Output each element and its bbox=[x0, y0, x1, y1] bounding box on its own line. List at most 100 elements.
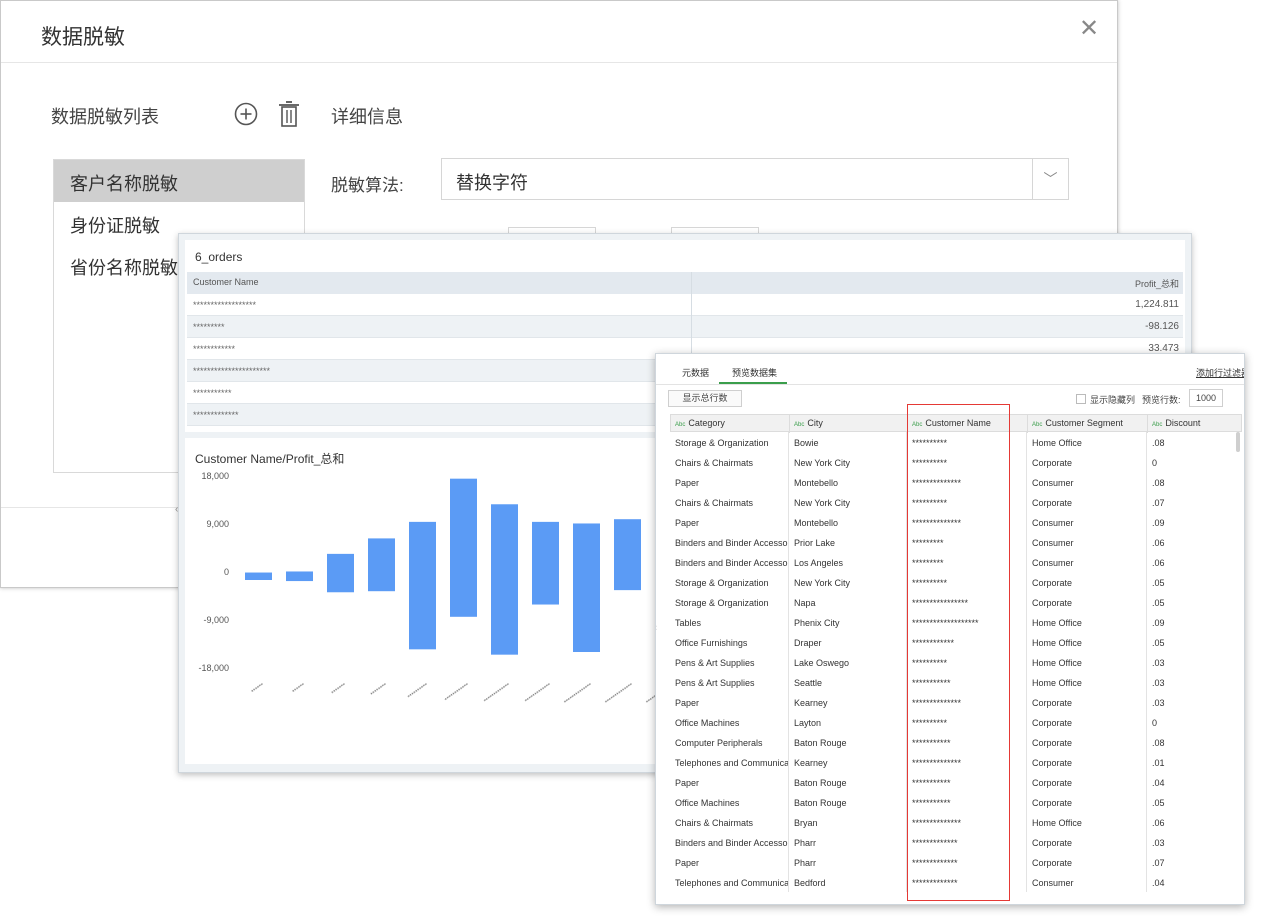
string-type-tag: Abc bbox=[794, 422, 805, 428]
cell-customer-name: ********* bbox=[193, 322, 225, 332]
show-hidden-columns-checkbox[interactable] bbox=[1076, 394, 1086, 404]
table-title: 6_orders bbox=[195, 250, 243, 264]
chart-bar[interactable] bbox=[245, 572, 272, 580]
grid-cell: Corporate bbox=[1027, 852, 1147, 872]
x-tick-label: ******* bbox=[331, 682, 348, 697]
grid-cell: .03 bbox=[1152, 678, 1165, 688]
grid-cell: Bedford bbox=[789, 872, 907, 892]
add-row-filter-link[interactable]: 添加行过滤器 bbox=[1196, 366, 1244, 379]
algorithm-select[interactable]: 替换字符 ﹀ bbox=[441, 158, 1069, 200]
grid-cell: Corporate bbox=[1027, 692, 1147, 712]
cell-customer-name: ****************** bbox=[193, 300, 257, 310]
vertical-scrollbar[interactable] bbox=[1236, 432, 1240, 452]
column-divider bbox=[691, 294, 692, 316]
grid-cell: .06 bbox=[1152, 558, 1165, 568]
x-tick-label: ********** bbox=[407, 682, 430, 701]
add-circle-icon[interactable] bbox=[233, 101, 259, 127]
highlight-customer-name-column bbox=[907, 404, 1010, 901]
trash-icon[interactable] bbox=[277, 100, 301, 128]
col-header-profit: Profit_总和 bbox=[1134, 279, 1179, 289]
mask-list-heading: 数据脱敏列表 bbox=[51, 107, 159, 127]
close-icon[interactable]: ✕ bbox=[1077, 17, 1101, 41]
grid-cell: Corporate bbox=[1027, 732, 1147, 752]
grid-cell: Pharr bbox=[789, 852, 907, 872]
col-header-city[interactable]: Abc City bbox=[790, 415, 908, 433]
grid-cell: .05 bbox=[1152, 798, 1165, 808]
chart-bar[interactable] bbox=[286, 571, 313, 582]
tab-preview-dataset[interactable]: 预览数据集 bbox=[732, 366, 777, 379]
col-header-customer-name: Customer Name bbox=[193, 277, 259, 287]
grid-cell: Office Machines bbox=[670, 712, 789, 732]
mask-rule-item[interactable]: 客户名称脱敏 bbox=[54, 160, 304, 202]
collapse-handle-icon[interactable]: ‹ bbox=[175, 504, 181, 524]
preview-rows-input[interactable]: 1000 bbox=[1189, 389, 1223, 407]
grid-cell: Layton bbox=[789, 712, 907, 732]
show-total-rows-button[interactable]: 显示总行数 bbox=[668, 390, 742, 407]
grid-cell: Draper bbox=[789, 632, 907, 652]
x-tick-label: ************ bbox=[444, 682, 471, 703]
cell-profit: 1,224.811 bbox=[1135, 299, 1179, 310]
chart-bar[interactable] bbox=[573, 523, 600, 652]
column-divider bbox=[691, 272, 692, 294]
grid-cell: Montebello bbox=[789, 512, 907, 532]
grid-cell: Chairs & Chairmats bbox=[670, 492, 789, 512]
y-tick-label: 18,000 bbox=[201, 471, 229, 481]
preview-rows-label: 预览行数: bbox=[1142, 395, 1181, 405]
tab-metadata[interactable]: 元数据 bbox=[682, 366, 709, 379]
collapse-handle-icon[interactable]: ‹ bbox=[656, 622, 657, 632]
grid-cell: .07 bbox=[1152, 858, 1165, 868]
chart-bar[interactable] bbox=[614, 519, 641, 591]
chart-bar[interactable] bbox=[532, 521, 559, 605]
grid-cell: Napa bbox=[789, 592, 907, 612]
chart-bar[interactable] bbox=[491, 504, 518, 655]
grid-cell: Corporate bbox=[1027, 772, 1147, 792]
chart-bar[interactable] bbox=[450, 478, 477, 617]
grid-cell: Kearney bbox=[789, 752, 907, 772]
chevron-down-icon[interactable]: ﹀ bbox=[1032, 159, 1068, 199]
grid-cell: .03 bbox=[1152, 838, 1165, 848]
grid-cell: Consumer bbox=[1027, 472, 1147, 492]
grid-cell: Binders and Binder Accessor... bbox=[670, 532, 789, 552]
grid-cell: 0 bbox=[1152, 458, 1158, 468]
chart-bar[interactable] bbox=[327, 553, 354, 593]
grid-cell: .08 bbox=[1152, 478, 1165, 488]
grid-cell: Home Office bbox=[1027, 672, 1147, 692]
grid-cell: Bryan bbox=[789, 812, 907, 832]
grid-cell: Storage & Organization bbox=[670, 432, 789, 452]
col-header-discount[interactable]: Abc Discount bbox=[1148, 415, 1241, 433]
grid-cell: New York City bbox=[789, 572, 907, 592]
dialog-title: 数据脱敏 bbox=[41, 26, 125, 49]
chart-bar[interactable] bbox=[409, 521, 436, 650]
grid-cell: Home Office bbox=[1027, 432, 1147, 452]
grid-cell: Home Office bbox=[1027, 812, 1147, 832]
grid-cell: 0 bbox=[1152, 718, 1158, 728]
grid-cell: Pens & Art Supplies bbox=[670, 672, 789, 692]
string-type-tag: Abc bbox=[1032, 422, 1043, 428]
show-hidden-columns-label: 显示隐藏列 bbox=[1090, 395, 1136, 405]
grid-cell: Corporate bbox=[1027, 572, 1147, 592]
grid-cell: .01 bbox=[1152, 758, 1165, 768]
grid-cell: .05 bbox=[1152, 578, 1165, 588]
grid-cell: Storage & Organization bbox=[670, 592, 789, 612]
y-tick-label: -9,000 bbox=[203, 615, 229, 625]
grid-cell: .09 bbox=[1152, 518, 1165, 528]
grid-cell: Lake Oswego bbox=[789, 652, 907, 672]
x-tick-label: ************* bbox=[483, 682, 512, 705]
col-header-customer-segment[interactable]: Abc Customer Segment bbox=[1028, 415, 1148, 433]
x-tick-label: ************** bbox=[563, 682, 594, 706]
table-row: ********* -98.126 bbox=[187, 316, 1183, 338]
grid-cell: Seattle bbox=[789, 672, 907, 692]
grid-cell: Paper bbox=[670, 692, 789, 712]
chart-bar[interactable] bbox=[368, 538, 395, 592]
col-header-category[interactable]: Abc Category bbox=[671, 415, 790, 433]
grid-cell: Consumer bbox=[1027, 552, 1147, 572]
cell-profit: -98.126 bbox=[1145, 321, 1179, 332]
string-type-tag: Abc bbox=[1152, 422, 1163, 428]
string-type-tag: Abc bbox=[675, 422, 686, 428]
grid-cell: Tables bbox=[670, 612, 789, 632]
grid-cell: Montebello bbox=[789, 472, 907, 492]
y-tick-label: -18,000 bbox=[198, 663, 229, 673]
grid-cell: .07 bbox=[1152, 498, 1165, 508]
grid-cell: .06 bbox=[1152, 818, 1165, 828]
y-tick-label: 0 bbox=[224, 567, 229, 577]
